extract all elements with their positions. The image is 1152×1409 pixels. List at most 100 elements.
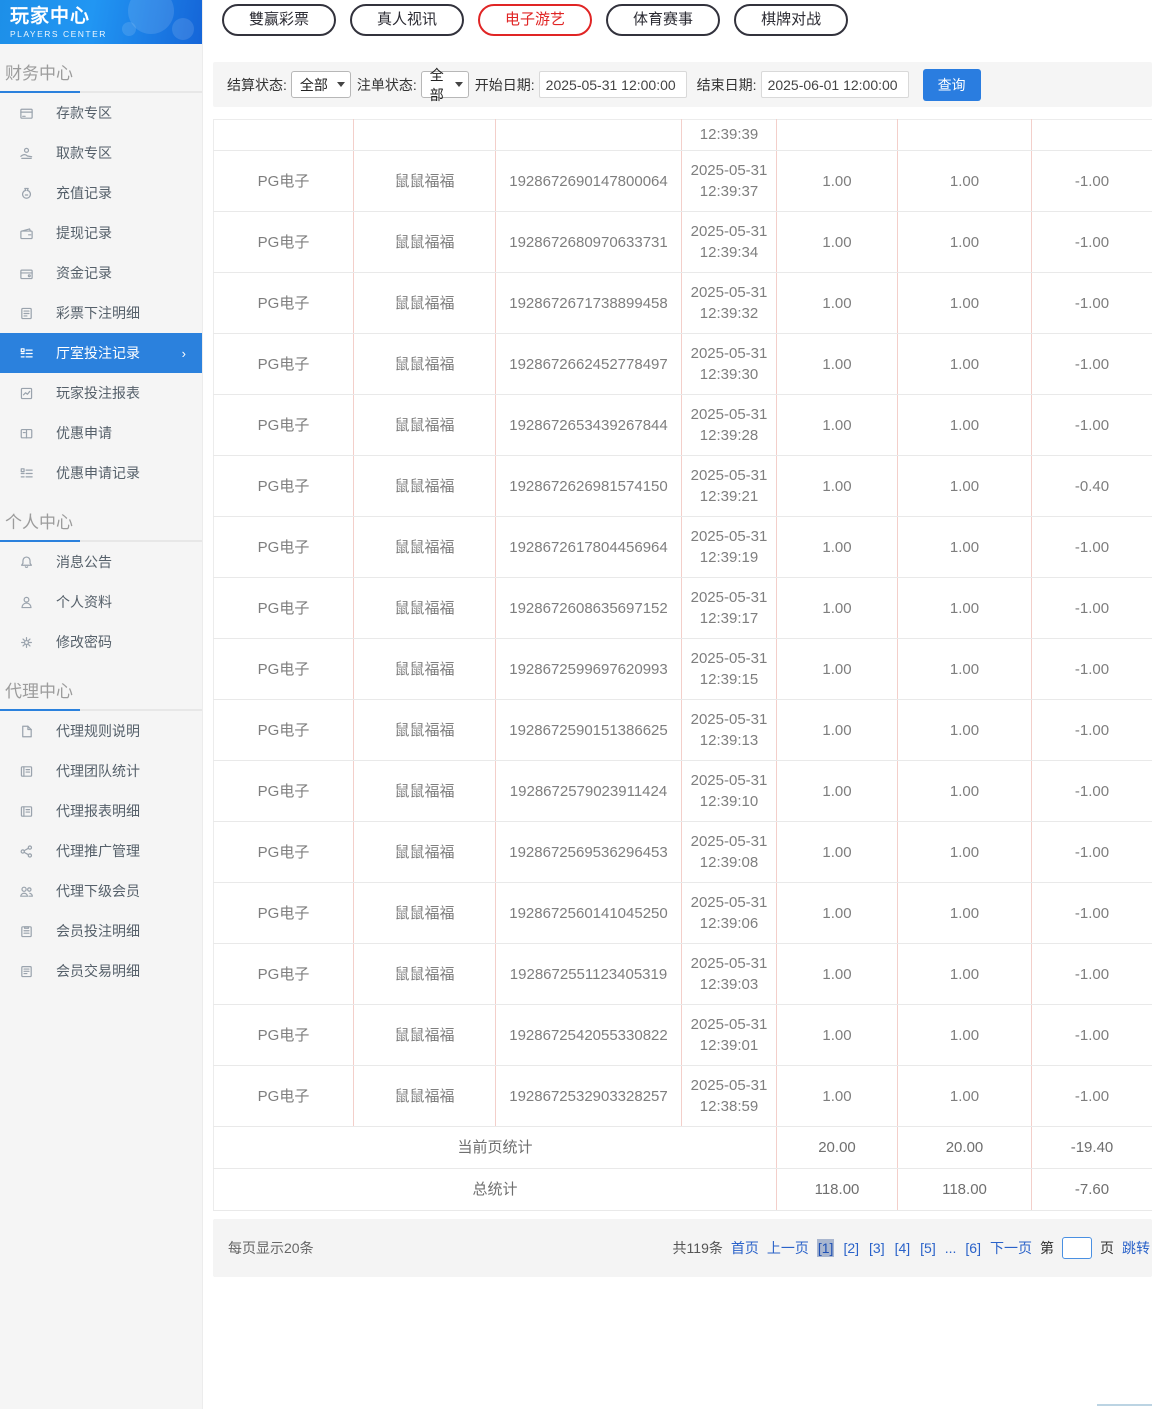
category-tab[interactable]: 雙赢彩票 [222, 4, 337, 36]
sidebar-item[interactable]: 代理规则说明 [0, 711, 202, 751]
sidebar-item[interactable]: 消息公告 [0, 542, 202, 582]
table-row: PG电子 鼠鼠福福 1928672626981574150 2025-05-31 12:… [213, 455, 1152, 517]
cell-platform: PG电子 [213, 1065, 354, 1127]
sidebar-item-label: 资金记录 [56, 265, 112, 281]
decoration-line [1097, 1404, 1152, 1406]
jump-link[interactable]: 跳转 [1122, 1238, 1150, 1258]
settle-status-select[interactable]: 全部 [290, 71, 351, 98]
search-button[interactable]: 查询 [922, 68, 981, 101]
sidebar-item[interactable]: 充值记录 [0, 173, 202, 213]
cell-time: 2025-05-31 12:39:01 [681, 1004, 777, 1066]
subordinate-users-icon [19, 884, 34, 899]
sidebar-item[interactable]: 代理下级会员 [0, 871, 202, 911]
cell-game: 鼠鼠福福 [353, 1004, 496, 1066]
table-row: PG电子 鼠鼠福福 1928672617804456964 2025-05-31 12:… [213, 516, 1152, 578]
sidebar-item-label: 修改密码 [56, 634, 112, 650]
cell-order: 1928672542055330822 [495, 1004, 682, 1066]
cell-valid: 1.00 [897, 394, 1032, 456]
cell-bet: 1.00 [776, 760, 898, 822]
cell-platform: PG电子 [213, 394, 354, 456]
sidebar-item-label: 玩家投注报表 [56, 385, 140, 401]
share-icon [19, 844, 34, 859]
cell-game: 鼠鼠福福 [353, 943, 496, 1005]
sidebar-item[interactable]: 个人资料 [0, 582, 202, 622]
table-row: PG电子 鼠鼠福福 1928672680970633731 2025-05-31 12:… [213, 211, 1152, 273]
cell-bet: 1.00 [776, 211, 898, 273]
cell-valid: 1.00 [897, 333, 1032, 395]
document-icon [19, 724, 34, 739]
sidebar-item[interactable]: 优惠申请 [0, 413, 202, 453]
sidebar-item[interactable]: 代理报表明细 [0, 791, 202, 831]
sidebar-item[interactable]: 厅室投注记录 › [0, 333, 202, 373]
end-date-input[interactable] [760, 71, 909, 98]
cell-game: 鼠鼠福福 [353, 821, 496, 883]
page-link[interactable]: [6] [964, 1239, 982, 1257]
cell-result: -1.00 [1031, 699, 1152, 761]
player-report-icon [19, 386, 34, 401]
page-link[interactable]: [4] [894, 1239, 912, 1257]
cell-order: 1928672653439267844 [495, 394, 682, 456]
settle-status-label: 结算状态: [227, 76, 287, 93]
filter-bar: 结算状态: 全部 注单状态: 全部 开始日期: 结束日期: 查询 [213, 62, 1152, 107]
sidebar-item[interactable]: 资金记录 [0, 253, 202, 293]
cell-platform: PG电子 [213, 455, 354, 517]
category-tab[interactable]: 电子游艺 [478, 4, 593, 36]
sidebar-item[interactable]: 取款专区 [0, 133, 202, 173]
cell-valid [897, 119, 1032, 151]
table-row: PG电子 鼠鼠福福 1928672590151386625 2025-05-31 12:… [213, 699, 1152, 761]
next-page-link[interactable]: 下一页 [990, 1238, 1032, 1258]
cell-platform: PG电子 [213, 577, 354, 639]
page-link[interactable]: [1] [816, 1239, 835, 1257]
sidebar-item-label: 提现记录 [56, 225, 112, 241]
cell-game: 鼠鼠福福 [353, 638, 496, 700]
lottery-detail-icon [19, 306, 34, 321]
page-size-text: 每页显示20条 [228, 1240, 314, 1256]
sidebar-item[interactable]: 代理推广管理 [0, 831, 202, 871]
summary-row: 总统计 118.00 118.00 -7.60 [213, 1168, 1152, 1211]
page-jump-input[interactable] [1062, 1237, 1092, 1259]
prev-page-link[interactable]: 上一页 [767, 1238, 809, 1258]
cell-valid: 1.00 [897, 699, 1032, 761]
sidebar-item-label: 代理报表明细 [56, 803, 140, 819]
cell-order: 1928672579023911424 [495, 760, 682, 822]
table-row: PG电子 鼠鼠福福 1928672671738899458 2025-05-31 12:… [213, 272, 1152, 334]
sidebar-item[interactable]: 修改密码 [0, 622, 202, 662]
page-link[interactable]: [3] [868, 1239, 886, 1257]
cell-bet: 1.00 [776, 455, 898, 517]
cell-platform: PG电子 [213, 1004, 354, 1066]
start-date-input[interactable] [538, 71, 687, 98]
sidebar-item[interactable]: 彩票下注明细 [0, 293, 202, 333]
cell-bet: 1.00 [776, 821, 898, 883]
sidebar-item[interactable]: 存款专区 [0, 93, 202, 133]
cell-game: 鼠鼠福福 [353, 1065, 496, 1127]
settle-status-value: 全部 [299, 76, 328, 93]
cell-result: -1.00 [1031, 943, 1152, 1005]
sidebar-item[interactable]: 优惠申请记录 [0, 453, 202, 493]
cell-bet [776, 119, 898, 151]
sidebar-item[interactable]: 代理团队统计 [0, 751, 202, 791]
cell-result: -1.00 [1031, 638, 1152, 700]
cell-result: -1.00 [1031, 760, 1152, 822]
first-page-link[interactable]: 首页 [731, 1238, 759, 1258]
page-link[interactable]: [5] [919, 1239, 937, 1257]
order-status-select[interactable]: 全部 [420, 67, 469, 103]
section-divider [0, 91, 202, 93]
promo-apply-icon [19, 426, 34, 441]
category-tab[interactable]: 体育赛事 [606, 4, 721, 36]
cell-result: -1.00 [1031, 577, 1152, 639]
cell-platform: PG电子 [213, 699, 354, 761]
cell-order: 1928672662452778497 [495, 333, 682, 395]
sidebar-item[interactable]: 提现记录 [0, 213, 202, 253]
sidebar-item[interactable]: 会员投注明细 [0, 911, 202, 951]
sidebar-item[interactable]: 会员交易明细 [0, 951, 202, 991]
category-tab[interactable]: 真人视讯 [350, 4, 465, 36]
page-link[interactable]: [2] [842, 1239, 860, 1257]
sidebar-item[interactable]: 玩家投注报表 [0, 373, 202, 413]
cell-bet: 1.00 [776, 333, 898, 395]
category-tab[interactable]: 棋牌对战 [734, 4, 849, 36]
cell-valid: 1.00 [897, 1004, 1032, 1066]
sidebar-section-heading: 财务中心 [5, 64, 73, 83]
cell-valid: 1.00 [897, 516, 1032, 578]
cell-platform: PG电子 [213, 272, 354, 334]
cell-time: 2025-05-31 12:39:32 [681, 272, 777, 334]
